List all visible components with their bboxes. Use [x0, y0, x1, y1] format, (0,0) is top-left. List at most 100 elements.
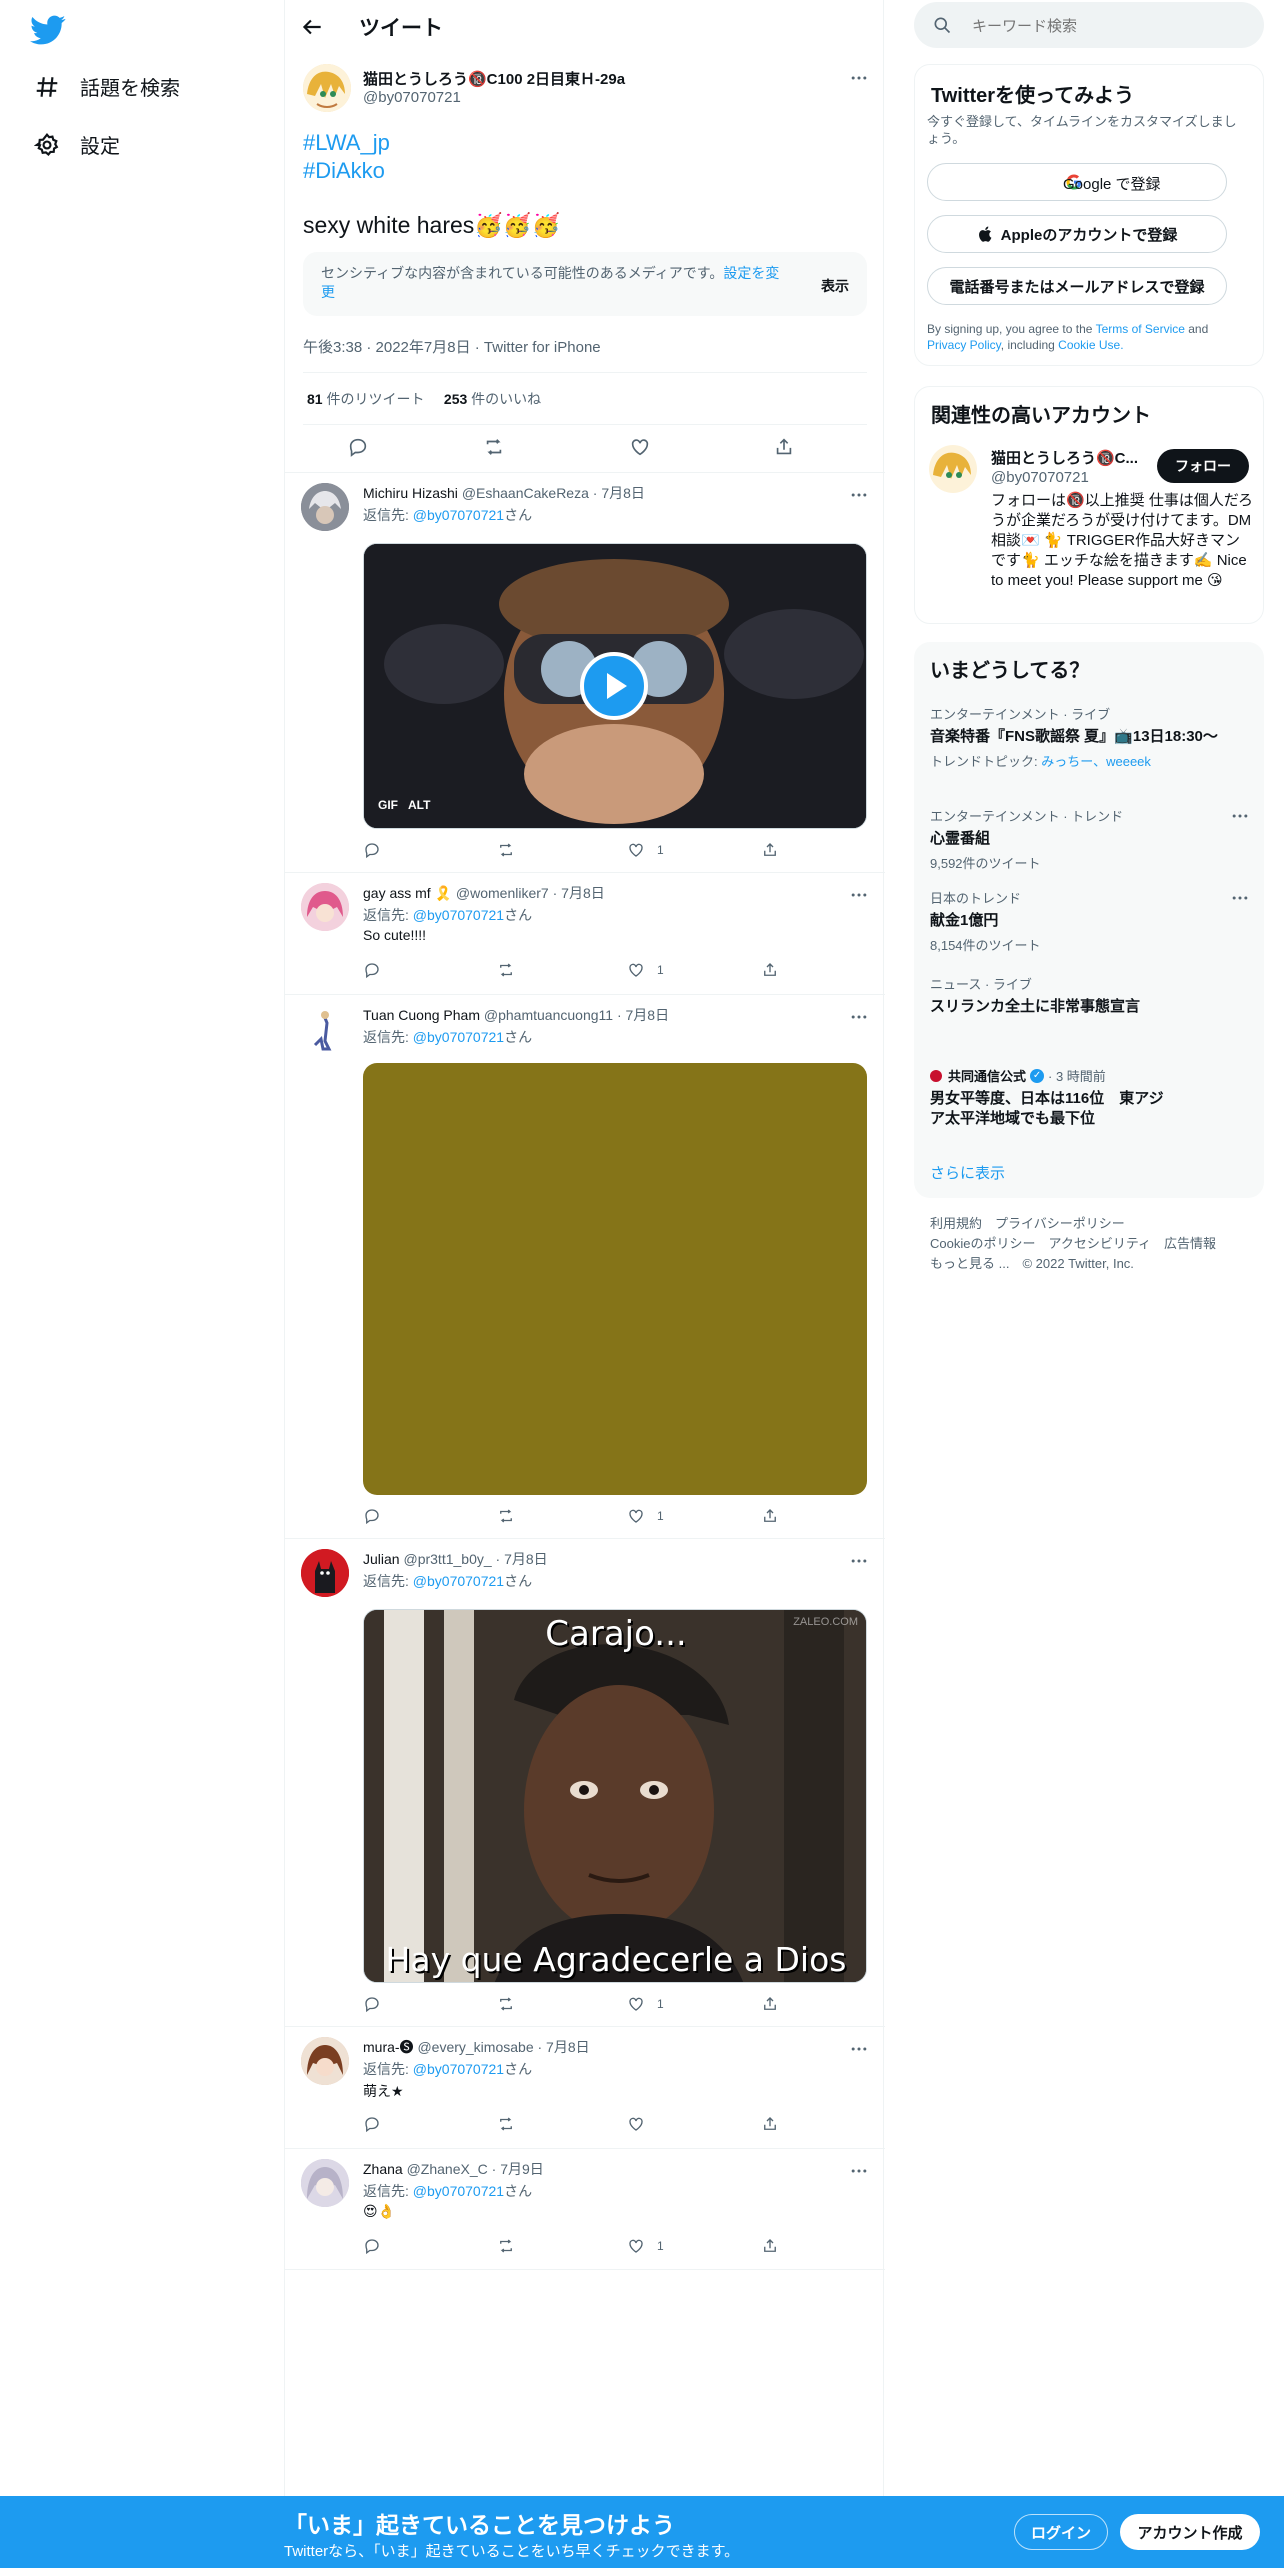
relevant-name[interactable]: 猫田とうしろう🔞C...: [991, 447, 1138, 468]
reply-author[interactable]: mura-🅢 @every_kimosabe · 7月8日: [363, 2037, 590, 2057]
reply-to-handle[interactable]: @by07070721: [413, 2183, 504, 2199]
retweet-icon[interactable]: [483, 436, 505, 458]
reply-icon[interactable]: [363, 961, 381, 979]
reply-icon[interactable]: [363, 1995, 381, 2013]
cookie-link[interactable]: Cookie Use.: [1058, 338, 1123, 352]
hashtag-link[interactable]: #LWA_jp: [303, 130, 390, 156]
nav-explore[interactable]: 話題を検索: [34, 72, 180, 101]
author-name[interactable]: 猫田とうしろう🔞C100 2日目東Ｈ-29a: [363, 68, 625, 89]
trend-item[interactable]: エンターテインメント · ライブ 音楽特番『FNS歌謡祭 夏』📺13日18:30…: [930, 704, 1250, 770]
back-arrow-icon[interactable]: [299, 14, 325, 40]
show-media-button[interactable]: 表示: [821, 276, 849, 296]
reply-tweet[interactable]: Julian @pr3tt1_b0y_ · 7月8日 返信先: @by07070…: [285, 1538, 885, 2026]
search-input[interactable]: [970, 2, 1244, 50]
reply-author[interactable]: gay ass mf 🎗️ @womenliker7 · 7月8日: [363, 883, 605, 903]
reply-to-handle[interactable]: @by07070721: [413, 507, 504, 523]
hashtag-link[interactable]: #DiAkko: [303, 158, 385, 184]
relevant-handle[interactable]: @by07070721: [991, 469, 1089, 486]
like-icon[interactable]: [627, 2237, 645, 2255]
like-icon[interactable]: [627, 961, 645, 979]
reply-tweet[interactable]: Tuan Cuong Pham @phamtuancuong11 · 7月8日 …: [285, 994, 885, 1538]
privacy-link[interactable]: Privacy Policy: [927, 338, 1001, 352]
follow-button[interactable]: フォロー: [1157, 449, 1249, 483]
avatar[interactable]: [301, 2159, 349, 2207]
avatar[interactable]: [301, 883, 349, 931]
retweet-icon[interactable]: [497, 841, 515, 859]
retweet-icon[interactable]: [497, 2115, 515, 2133]
reply-icon[interactable]: [347, 436, 369, 458]
like-icon[interactable]: [629, 436, 651, 458]
gif-media[interactable]: GIF ALT: [363, 543, 867, 829]
retweet-icon[interactable]: [497, 961, 515, 979]
news-item[interactable]: 共同通信公式 ✓ · 3 時間前 男女平等度、日本は116位 東アジア太平洋地域…: [930, 1066, 1250, 1129]
like-icon[interactable]: [627, 841, 645, 859]
author-avatar[interactable]: [303, 64, 351, 112]
trend-item[interactable]: エンターテインメント · トレンド 心霊番組 9,592件のツイート: [930, 806, 1250, 872]
like-icon[interactable]: [627, 1995, 645, 2013]
share-icon[interactable]: [761, 1507, 779, 1525]
retweet-icon[interactable]: [497, 1995, 515, 2013]
meme-image-media[interactable]: Carajo... ZALEO.COM Hay que Agradecerle …: [363, 1609, 867, 1983]
reply-to-handle[interactable]: @by07070721: [413, 1029, 504, 1045]
image-media[interactable]: [363, 1063, 867, 1495]
twitter-logo-icon[interactable]: [30, 12, 66, 48]
nav-settings[interactable]: 設定: [34, 130, 120, 159]
reply-icon[interactable]: [363, 841, 381, 859]
reply-to-handle[interactable]: @by07070721: [413, 1573, 504, 1589]
share-icon[interactable]: [773, 436, 795, 458]
more-icon[interactable]: [849, 485, 869, 505]
reply-icon[interactable]: [363, 2237, 381, 2255]
signup-button[interactable]: アカウント作成: [1120, 2514, 1260, 2550]
more-icon[interactable]: [1230, 888, 1250, 908]
relevant-avatar[interactable]: [929, 445, 977, 493]
share-icon[interactable]: [761, 961, 779, 979]
share-icon[interactable]: [761, 841, 779, 859]
reply-author[interactable]: Julian @pr3tt1_b0y_ · 7月8日: [363, 1549, 548, 1569]
more-icon[interactable]: [849, 1007, 869, 1027]
alt-badge[interactable]: ALT: [408, 798, 430, 812]
avatar[interactable]: [301, 1549, 349, 1597]
reply-tweet[interactable]: gay ass mf 🎗️ @womenliker7 · 7月8日 返信先: @…: [285, 872, 885, 994]
avatar[interactable]: [301, 483, 349, 531]
tweet-timestamp[interactable]: 午後3:38 · 2022年7月8日 · Twitter for iPhone: [303, 336, 601, 357]
more-icon[interactable]: [849, 2039, 869, 2059]
more-icon[interactable]: [1230, 806, 1250, 826]
reply-author[interactable]: Tuan Cuong Pham @phamtuancuong11 · 7月8日: [363, 1005, 669, 1025]
footer-line[interactable]: 利用規約 プライバシーポリシー: [930, 1214, 1216, 1234]
terms-link[interactable]: Terms of Service: [1096, 322, 1185, 336]
share-icon[interactable]: [761, 1995, 779, 2013]
trend-topic-links[interactable]: みっちー、weeeek: [1041, 754, 1151, 769]
share-icon[interactable]: [761, 2237, 779, 2255]
more-icon[interactable]: [849, 2161, 869, 2181]
retweet-count[interactable]: 81 件のリツイート: [307, 391, 424, 407]
phone-email-signup-button[interactable]: 電話番号またはメールアドレスで登録: [927, 267, 1227, 305]
more-icon[interactable]: [849, 885, 869, 905]
share-icon[interactable]: [761, 2115, 779, 2133]
reply-to-handle[interactable]: @by07070721: [413, 907, 504, 923]
login-button[interactable]: ログイン: [1014, 2514, 1108, 2550]
like-count[interactable]: 253 件のいいね: [444, 391, 541, 407]
author-handle[interactable]: @by07070721: [363, 89, 461, 106]
avatar[interactable]: [301, 1005, 349, 1053]
reply-tweet[interactable]: Zhana @ZhaneX_C · 7月9日 返信先: @by07070721さ…: [285, 2148, 885, 2270]
reply-to-handle[interactable]: @by07070721: [413, 2061, 504, 2077]
search-box[interactable]: [914, 2, 1264, 50]
reply-author[interactable]: Michiru Hizashi @EshaanCakeReza · 7月8日: [363, 483, 645, 503]
more-icon[interactable]: [849, 68, 869, 88]
show-more-link[interactable]: さらに表示: [930, 1162, 1005, 1183]
reply-author[interactable]: Zhana @ZhaneX_C · 7月9日: [363, 2159, 544, 2179]
apple-signup-button[interactable]: Appleのアカウントで登録: [927, 215, 1227, 253]
trend-item[interactable]: ニュース · ライブ スリランカ全土に非常事態宣言: [930, 974, 1250, 1017]
retweet-icon[interactable]: [497, 2237, 515, 2255]
trend-item[interactable]: 日本のトレンド 献金1億円 8,154件のツイート: [930, 888, 1250, 954]
more-icon[interactable]: [849, 1551, 869, 1571]
reply-icon[interactable]: [363, 1507, 381, 1525]
retweet-icon[interactable]: [497, 1507, 515, 1525]
like-icon[interactable]: [627, 1507, 645, 1525]
footer-line[interactable]: Cookieのポリシー アクセシビリティ 広告情報: [930, 1234, 1216, 1254]
footer-line[interactable]: もっと見る ... © 2022 Twitter, Inc.: [930, 1254, 1216, 1274]
avatar[interactable]: [301, 2037, 349, 2085]
reply-tweet[interactable]: Michiru Hizashi @EshaanCakeReza · 7月8日 返…: [285, 472, 885, 872]
play-button[interactable]: [580, 652, 648, 720]
like-icon[interactable]: [627, 2115, 645, 2133]
